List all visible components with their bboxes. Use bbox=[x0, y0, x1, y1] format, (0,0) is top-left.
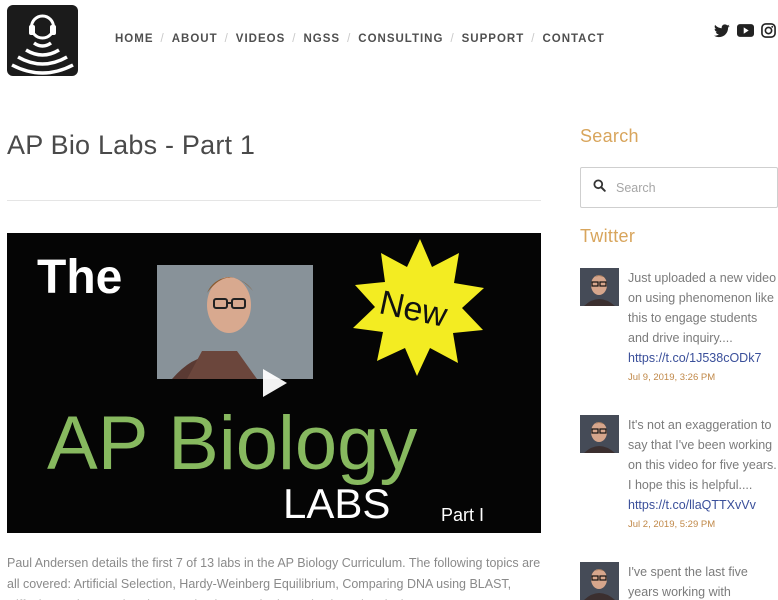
nav-separator: / bbox=[292, 33, 297, 45]
site-logo[interactable] bbox=[7, 5, 78, 76]
search-box[interactable] bbox=[580, 167, 778, 208]
tweet-date: Jul 9, 2019, 3:26 PM bbox=[628, 372, 716, 383]
nav-videos[interactable]: VIDEOS bbox=[236, 33, 285, 45]
twitter-icon[interactable] bbox=[714, 23, 730, 43]
tweet-text: Just uploaded a new video on using pheno… bbox=[628, 271, 777, 345]
avatar[interactable] bbox=[580, 415, 619, 453]
nav-consulting[interactable]: CONSULTING bbox=[358, 33, 443, 45]
avatar[interactable] bbox=[580, 562, 619, 600]
search-input[interactable] bbox=[616, 180, 766, 195]
tweet-link[interactable]: https://t.co/llaQTTXvVv bbox=[628, 495, 778, 515]
video-title-labs: LABS bbox=[283, 480, 390, 527]
nav-about[interactable]: ABOUT bbox=[172, 33, 218, 45]
nav-separator: / bbox=[347, 33, 352, 45]
nav-separator: / bbox=[160, 33, 165, 45]
nav-ngss[interactable]: NGSS bbox=[303, 33, 340, 45]
nav-support[interactable]: SUPPORT bbox=[462, 33, 525, 45]
avatar[interactable] bbox=[580, 268, 619, 306]
presenter-thumbnail bbox=[157, 265, 313, 379]
tweet-link[interactable]: https://t.co/1J538cODk7 bbox=[628, 348, 778, 368]
nav-separator: / bbox=[531, 33, 536, 45]
social-links bbox=[714, 23, 776, 43]
search-icon bbox=[593, 178, 606, 197]
nav-separator: / bbox=[224, 33, 229, 45]
video-title-part: Part I bbox=[441, 505, 484, 525]
video-player[interactable]: The New AP Biology LABS Part I bbox=[7, 233, 541, 533]
instagram-icon[interactable] bbox=[761, 23, 776, 43]
twitter-heading: Twitter bbox=[580, 226, 636, 246]
tweet-date: Jul 2, 2019, 5:29 PM bbox=[628, 519, 716, 530]
nav-home[interactable]: HOME bbox=[115, 33, 154, 45]
tweet-text: It's not an exaggeration to say that I'v… bbox=[628, 418, 777, 492]
nav-separator: / bbox=[450, 33, 455, 45]
search-heading: Search bbox=[580, 126, 639, 146]
youtube-icon[interactable] bbox=[737, 24, 754, 42]
video-title-ap-biology: AP Biology bbox=[47, 401, 417, 486]
page-title: AP Bio Labs - Part 1 bbox=[7, 130, 256, 160]
video-title-the: The bbox=[37, 251, 122, 304]
post-description: Paul Andersen details the first 7 of 13 … bbox=[7, 556, 541, 600]
nav-contact[interactable]: CONTACT bbox=[542, 33, 604, 45]
tweet-text: I've spent the last five years working w… bbox=[628, 565, 748, 599]
title-divider bbox=[7, 200, 541, 201]
main-nav: HOME / ABOUT / VIDEOS / NGSS / CONSULTIN… bbox=[115, 33, 605, 45]
